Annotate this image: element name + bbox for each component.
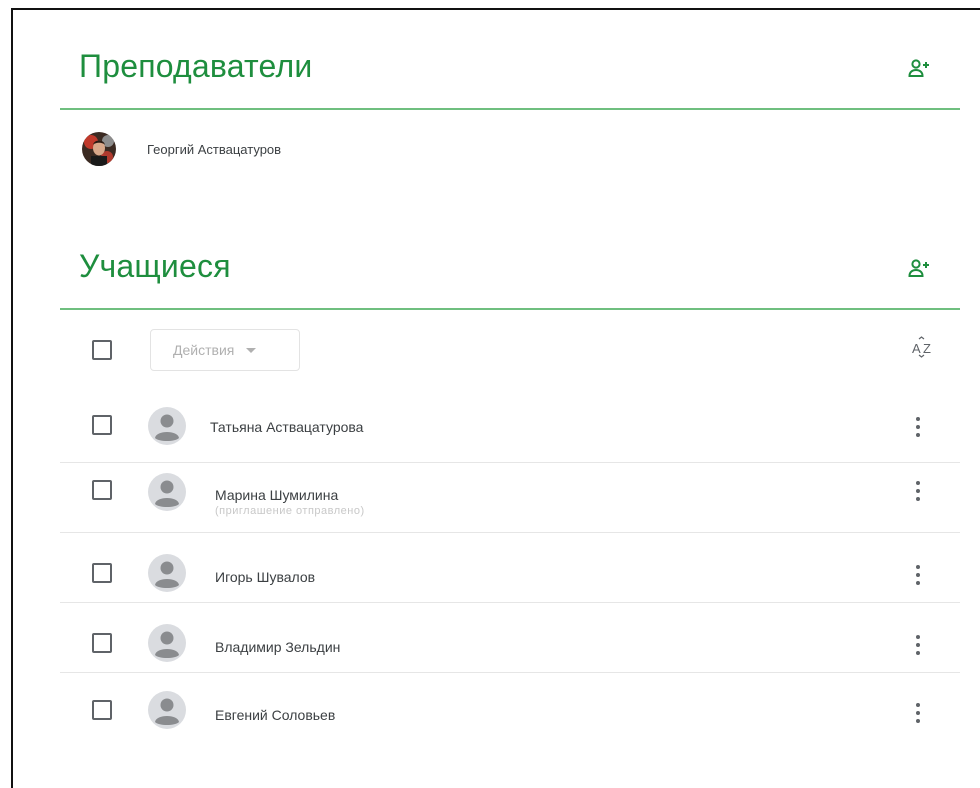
default-avatar-icon [148, 554, 186, 592]
default-avatar-icon [148, 407, 186, 445]
more-vert-icon[interactable] [914, 481, 922, 501]
default-avatar-icon [148, 624, 186, 662]
chevron-down-icon [246, 347, 257, 353]
teachers-title: Преподаватели [79, 48, 313, 84]
teacher-row[interactable]: Георгий Аствацатуров [60, 128, 960, 178]
more-vert-icon[interactable] [914, 565, 922, 585]
student-row[interactable]: Владимир Зельдин [60, 603, 960, 673]
student-checkbox[interactable] [92, 700, 112, 720]
student-row[interactable]: Евгений Соловьев [60, 673, 960, 743]
invite-status: (приглашение отправлено) [215, 505, 365, 517]
sort-az-icon[interactable]: A Z [912, 336, 934, 358]
student-row[interactable]: Марина Шумилина (приглашение отправлено) [60, 463, 960, 533]
default-avatar-icon [148, 691, 186, 729]
default-avatar-icon [148, 473, 186, 511]
svg-text:A: A [912, 341, 921, 356]
student-name: Татьяна Аствацатурова [210, 419, 364, 435]
student-checkbox[interactable] [92, 563, 112, 583]
person-add-icon[interactable] [907, 56, 931, 80]
students-title: Учащиеся [79, 248, 231, 284]
svg-text:Z: Z [923, 341, 931, 356]
actions-label: Действия [173, 342, 235, 358]
students-header: Учащиеся [60, 238, 960, 310]
actions-dropdown[interactable]: Действия [150, 329, 300, 371]
student-name: Игорь Шувалов [215, 569, 316, 585]
student-checkbox[interactable] [92, 480, 112, 500]
person-add-icon[interactable] [907, 256, 931, 280]
more-vert-icon[interactable] [914, 703, 922, 723]
student-checkbox[interactable] [92, 633, 112, 653]
students-toolbar: Действия A Z [60, 326, 960, 376]
student-row[interactable]: Татьяна Аствацатурова [60, 393, 960, 463]
select-all-checkbox[interactable] [92, 340, 112, 360]
student-name: Владимир Зельдин [215, 639, 341, 655]
student-checkbox[interactable] [92, 415, 112, 435]
photo-avatar [82, 132, 116, 166]
student-row[interactable]: Игорь Шувалов [60, 533, 960, 603]
student-name: Марина Шумилина [215, 487, 339, 503]
more-vert-icon[interactable] [914, 635, 922, 655]
more-vert-icon[interactable] [914, 417, 922, 437]
teachers-header: Преподаватели [60, 38, 960, 110]
teacher-name: Георгий Аствацатуров [147, 142, 282, 157]
student-name: Евгений Соловьев [215, 707, 336, 723]
